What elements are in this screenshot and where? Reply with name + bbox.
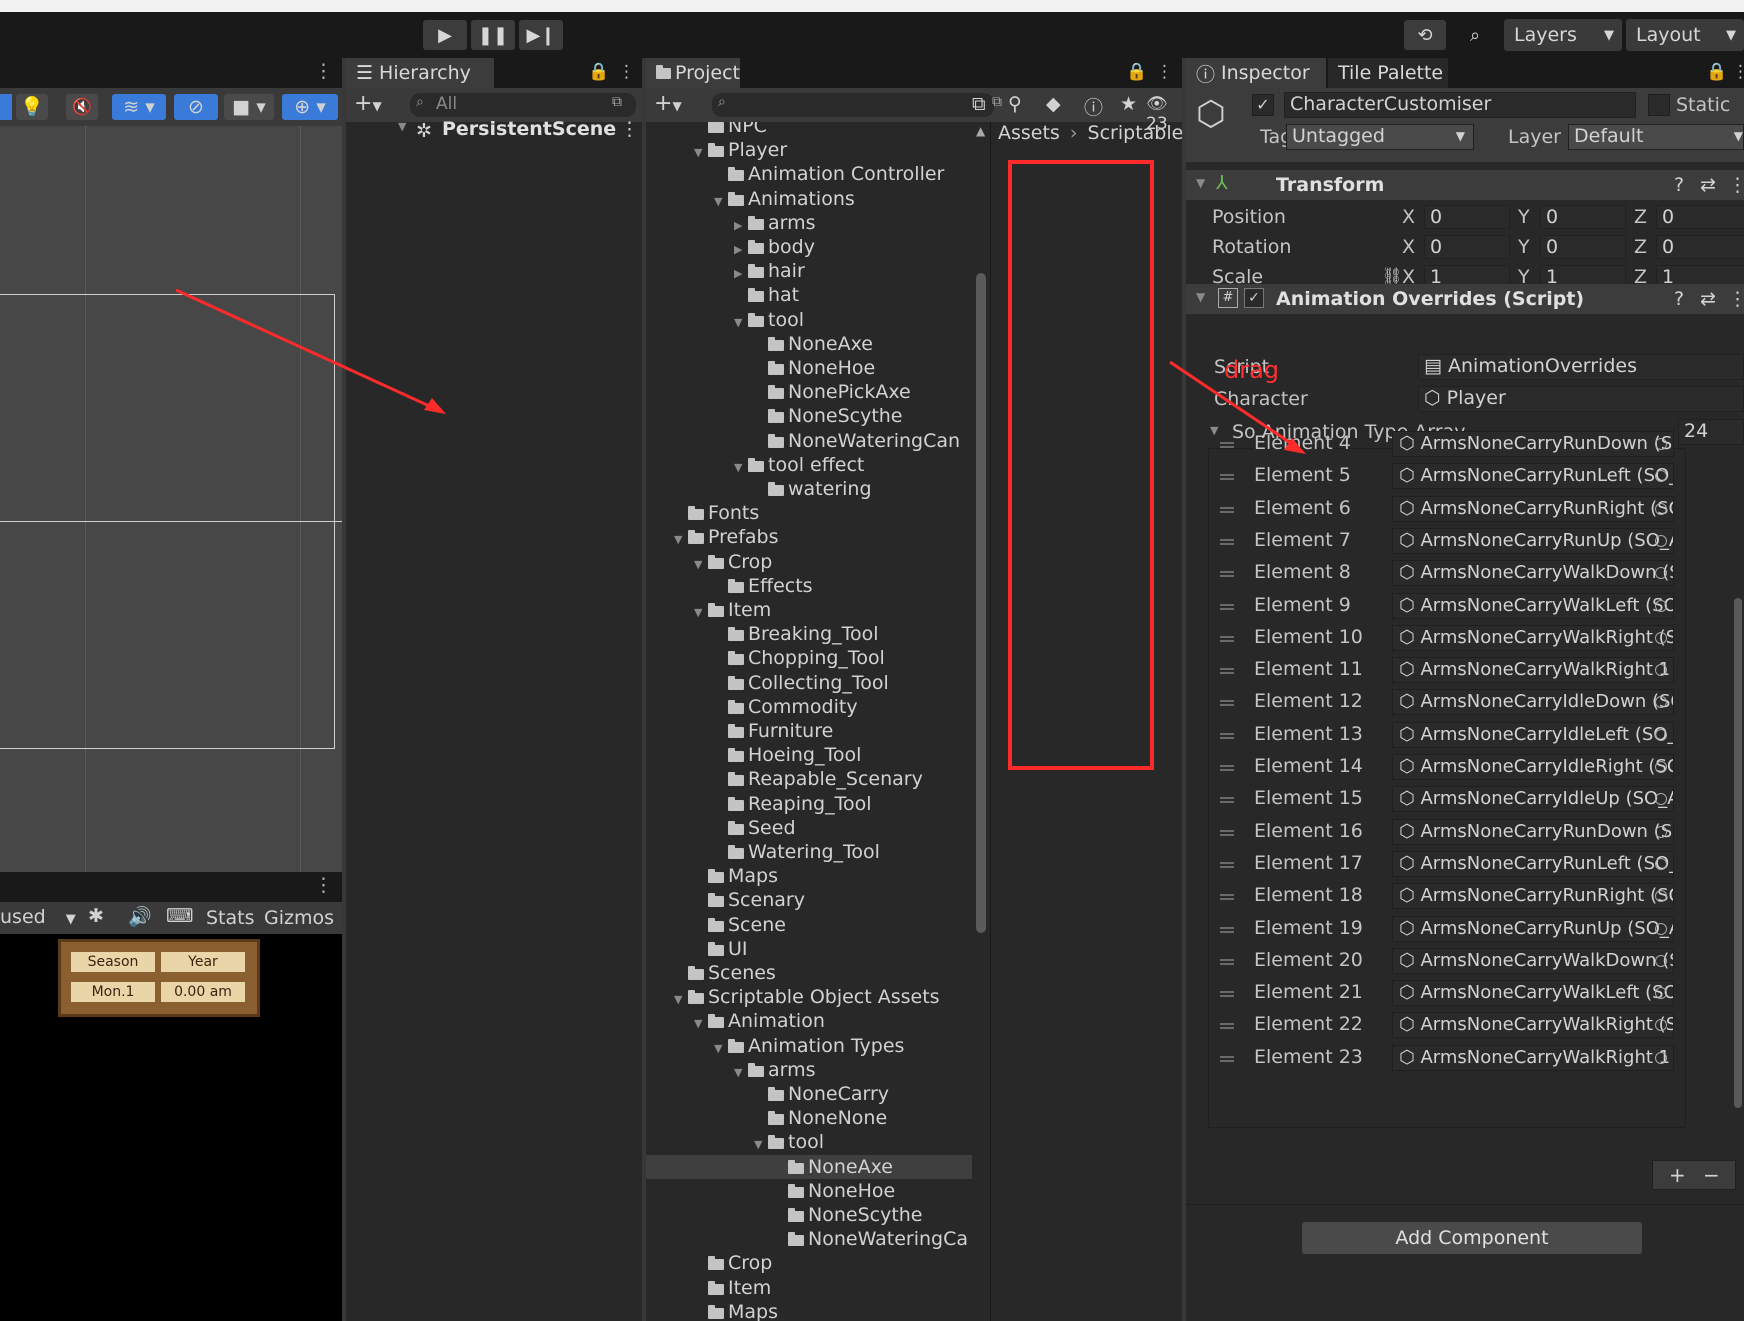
arrow-to-array <box>1169 360 1299 450</box>
arrowhead-icon <box>424 398 446 414</box>
annotation-arrows <box>175 288 1306 454</box>
arrow-to-character <box>175 288 439 412</box>
